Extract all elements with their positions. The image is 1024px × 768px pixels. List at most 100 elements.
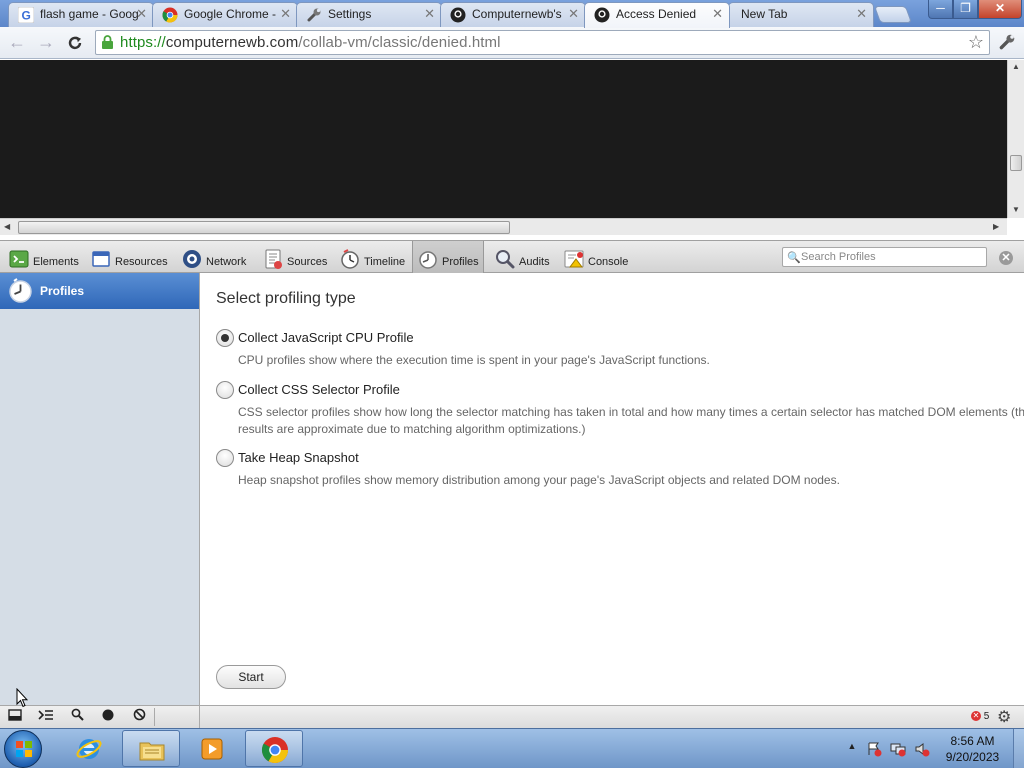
inspect-search-icon[interactable] <box>65 708 89 726</box>
radio-css-selector-profile[interactable] <box>216 381 234 399</box>
tab-label: Audits <box>519 256 550 268</box>
horizontal-scrollbar[interactable]: ◀ ▶ <box>0 218 1007 235</box>
windows-logo-icon <box>16 741 32 757</box>
tab-settings[interactable]: Settings ✕ <box>296 2 442 27</box>
option-description: CSS selector profiles show how long the … <box>238 405 1024 436</box>
wrench-menu-button[interactable] <box>996 31 1018 53</box>
bookmark-star-icon[interactable]: ☆ <box>968 32 984 53</box>
devtools-tab-network[interactable]: Network <box>177 241 250 273</box>
github-icon <box>594 7 610 23</box>
radio-cpu-profile[interactable] <box>216 329 234 347</box>
record-icon[interactable] <box>96 708 120 726</box>
reload-button[interactable] <box>63 31 87 55</box>
show-desktop-button[interactable] <box>1013 729 1024 768</box>
scrollbar-thumb[interactable] <box>18 221 510 234</box>
close-icon[interactable]: ✕ <box>136 3 147 25</box>
divider <box>154 708 155 726</box>
vertical-scrollbar[interactable]: ▲ ▼ <box>1007 60 1024 218</box>
tab-strip: G flash game - Goog ✕ Google Chrome - ✕ … <box>0 0 1024 28</box>
action-center-icon[interactable] <box>866 741 882 757</box>
devtools-tab-profiles[interactable]: Profiles <box>412 241 484 273</box>
error-icon: ✕ <box>971 711 981 722</box>
radio-heap-snapshot[interactable] <box>216 449 234 467</box>
devtools-tab-audits[interactable]: Audits <box>490 241 554 273</box>
forward-button[interactable]: → <box>34 31 58 55</box>
error-count[interactable]: ✕ 5 <box>971 711 989 722</box>
devtools-tab-resources[interactable]: Resources <box>86 241 172 273</box>
resources-icon <box>92 251 110 267</box>
tab-new-tab[interactable]: New Tab ✕ <box>728 2 874 27</box>
github-icon <box>450 7 466 23</box>
tab-label: Console <box>588 256 629 268</box>
panel-heading: Select profiling type <box>216 290 356 307</box>
chrome-icon <box>162 7 178 23</box>
taskbar-file-explorer[interactable] <box>122 730 180 767</box>
windows-taskbar: ▲ 8:56 AM 9/20/2023 <box>0 728 1024 768</box>
taskbar-media-player[interactable] <box>183 730 241 767</box>
option-title: Collect JavaScript CPU Profile <box>238 330 414 345</box>
search-input[interactable] <box>801 250 981 264</box>
tab-computernewb[interactable]: Computernewb's ✕ <box>440 2 586 27</box>
gear-icon[interactable]: ⚙ <box>997 707 1011 727</box>
tab-label: Profiles <box>442 256 479 268</box>
start-button[interactable]: Start <box>216 665 286 689</box>
back-button[interactable]: ← <box>5 31 29 55</box>
tab-access-denied[interactable]: Access Denied ✕ <box>584 2 730 28</box>
devtools-tab-console[interactable]: Console <box>559 241 632 273</box>
tab-label: flash game - Goog <box>40 7 139 21</box>
taskbar-internet-explorer[interactable] <box>60 730 118 767</box>
url-path: /collab-vm/classic/denied.html <box>298 34 501 51</box>
option-description: CPU profiles show where the execution ti… <box>238 353 710 367</box>
scroll-left-icon[interactable]: ◀ <box>4 222 10 231</box>
console-drawer-icon[interactable] <box>34 708 58 726</box>
tab-label: Settings <box>328 7 372 21</box>
start-button[interactable] <box>4 730 42 768</box>
tab-google-chrome[interactable]: Google Chrome - ✕ <box>152 2 298 27</box>
tab-label: Network <box>206 256 247 268</box>
elements-icon <box>9 250 29 268</box>
clear-icon[interactable] <box>127 708 151 726</box>
wrench-icon <box>999 34 1015 50</box>
devtools-tab-elements[interactable]: Elements <box>4 241 83 273</box>
close-icon[interactable]: ✕ <box>424 3 435 25</box>
tab-label: New Tab <box>741 7 788 21</box>
minimize-button[interactable]: ─ <box>928 0 953 19</box>
url-text: https://computernewb.com/collab-vm/class… <box>120 34 501 51</box>
network-icon[interactable] <box>890 741 906 757</box>
show-hidden-icons-button[interactable]: ▲ <box>844 741 860 757</box>
reload-icon <box>68 36 82 50</box>
system-clock[interactable]: 8:56 AM 9/20/2023 <box>935 733 1010 765</box>
volume-muted-icon[interactable] <box>914 741 930 757</box>
address-bar[interactable]: https://computernewb.com/collab-vm/class… <box>95 30 990 55</box>
sidebar-item-profiles[interactable]: Profiles <box>0 273 199 309</box>
close-icon[interactable]: ✕ <box>856 3 867 25</box>
devtools-status-bar: ✕ 5 ⚙ <box>0 705 1024 729</box>
close-icon[interactable]: ✕ <box>280 3 291 25</box>
devtools-tab-sources[interactable]: Sources <box>258 241 331 273</box>
page-content-area[interactable] <box>0 60 1007 218</box>
scrollbar-thumb[interactable] <box>1010 155 1022 171</box>
maximize-button[interactable]: ❐ <box>953 0 978 19</box>
scroll-down-icon[interactable]: ▼ <box>1012 205 1020 214</box>
devtools-tab-timeline[interactable]: Timeline <box>335 241 409 273</box>
scroll-up-icon[interactable]: ▲ <box>1012 62 1020 71</box>
close-icon[interactable]: ✕ <box>712 3 723 25</box>
close-devtools-icon[interactable]: ✕ <box>999 251 1013 265</box>
tab-flash-game[interactable]: G flash game - Goog ✕ <box>8 2 154 27</box>
profiles-icon <box>419 251 437 269</box>
close-icon[interactable]: ✕ <box>568 3 579 25</box>
tab-label: Timeline <box>364 256 406 268</box>
dock-icon[interactable] <box>3 708 27 726</box>
taskbar-google-chrome[interactable] <box>245 730 303 767</box>
close-window-button[interactable]: ✕ <box>978 0 1022 19</box>
devtools-toolbar: Elements Resources Network Sources Timel… <box>0 240 1024 273</box>
new-tab-button[interactable] <box>873 6 913 23</box>
search-profiles-field[interactable]: 🔍 <box>782 247 987 267</box>
url-host: computernewb.com <box>165 34 299 51</box>
chrome-icon <box>261 737 289 764</box>
tab-label: Access Denied <box>616 7 697 21</box>
tab-label: Sources <box>287 256 328 268</box>
scroll-right-icon[interactable]: ▶ <box>993 222 999 231</box>
profiles-sidebar: Profiles <box>0 273 200 705</box>
console-icon <box>564 250 584 268</box>
